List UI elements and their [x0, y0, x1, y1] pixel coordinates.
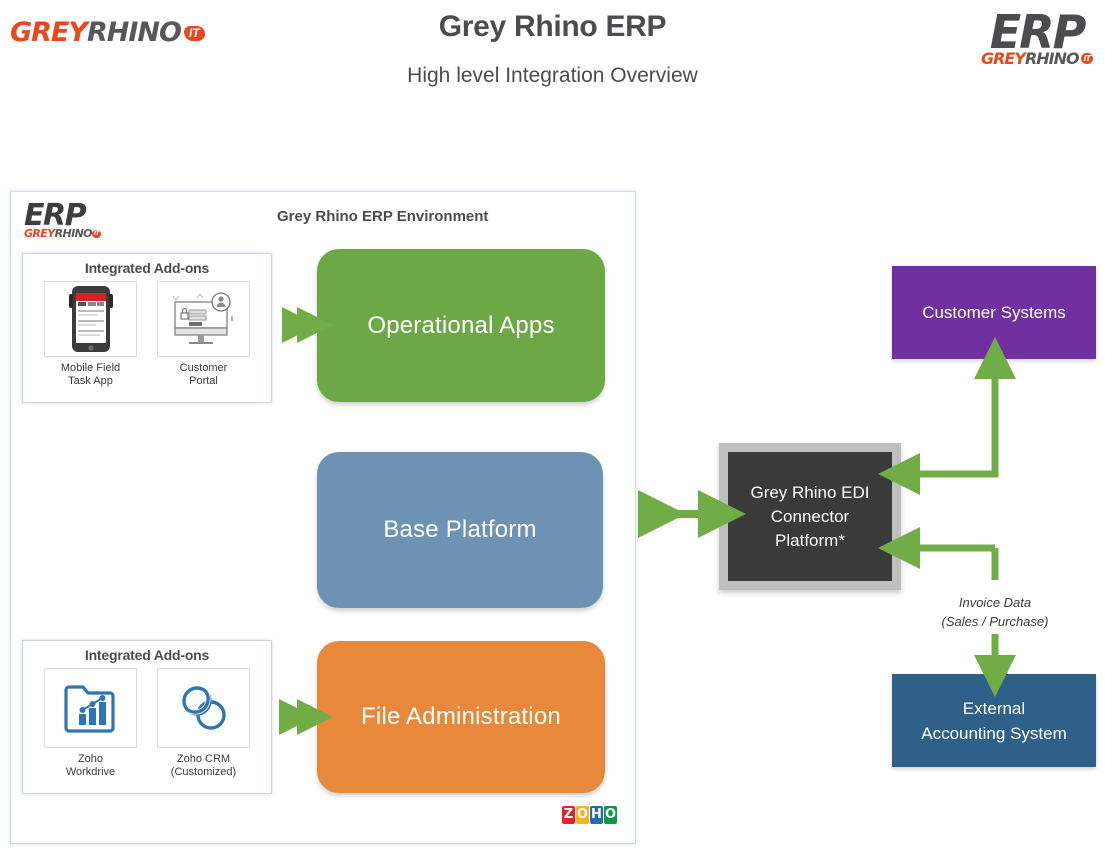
- addon-label-line2: Task App: [68, 375, 113, 387]
- addon-zoho-workdrive[interactable]: Zoho Workdrive: [44, 668, 137, 779]
- arrow-edi-to-accounting-inbound: [878, 527, 999, 580]
- integrated-addons-bottom-row: Zoho Workdrive Zoho CRM (Customized): [23, 668, 271, 779]
- addon-zoho-crm-label: Zoho CRM (Customized): [157, 753, 250, 779]
- erp-logo-sub: GREYRHINO IT: [978, 50, 1096, 68]
- page-subtitle: High level Integration Overview: [407, 64, 698, 87]
- zoho-letter-h: H: [590, 806, 603, 824]
- integrated-addons-top-heading: Integrated Add-ons: [84, 260, 210, 276]
- environment-erp-logo-sub-rhino: RHINO: [54, 227, 93, 240]
- environment-erp-logo: ERP GREYRHINO IT: [24, 200, 119, 248]
- addon-label-line2: Portal: [189, 375, 218, 387]
- zoho-logo: ZOHO: [562, 805, 622, 829]
- addon-zoho-crm[interactable]: Zoho CRM (Customized): [157, 668, 250, 779]
- zoho-crm-thumbnail: [157, 668, 250, 748]
- rugged-smartphone-icon: [68, 286, 113, 352]
- addon-label-line2: Workdrive: [65, 766, 116, 778]
- integrated-addons-bottom-heading: Integrated Add-ons: [84, 647, 210, 663]
- invoice-label-line1: Invoice Data: [958, 595, 1032, 610]
- customer-portal-thumbnail: [157, 281, 250, 357]
- invoice-label-line2: (Sales / Purchase): [941, 614, 1049, 629]
- edi-label-line2: Connector: [770, 506, 850, 526]
- addon-mobile-field-task-app[interactable]: Mobile Field Task App: [44, 281, 137, 388]
- addon-mobile-field-task-app-label: Mobile Field Task App: [44, 362, 137, 388]
- zoho-letter-o1: O: [576, 806, 589, 824]
- addon-label-line1: Mobile Field: [60, 362, 121, 374]
- erp-logo-sub-rhino: RHINO: [1024, 49, 1080, 68]
- integrated-addons-bottom-group: Integrated Add-ons Zoho Workdrive Zoho C…: [22, 640, 272, 794]
- environment-erp-logo-sub-badge: IT: [91, 230, 102, 238]
- addon-label-line1: Zoho CRM: [176, 753, 231, 765]
- addon-customer-portal[interactable]: Customer Portal: [157, 281, 250, 388]
- panel-operational-apps[interactable]: Operational Apps: [317, 249, 605, 402]
- page-title: Grey Rhino ERP: [438, 10, 667, 43]
- erp-logo-sub-badge: IT: [1080, 53, 1094, 64]
- panel-base-platform[interactable]: Base Platform: [317, 452, 603, 608]
- invoice-data-flow-label: Invoice Data (Sales / Purchase): [905, 593, 1085, 631]
- zoho-workdrive-thumbnail: [44, 668, 137, 748]
- edi-label-line1: Grey Rhino EDI: [750, 482, 870, 502]
- environment-erp-logo-sub-grey: GREY: [24, 227, 55, 240]
- addon-customer-portal-label: Customer Portal: [157, 362, 250, 388]
- zoho-letter-o2: O: [604, 806, 617, 824]
- accounting-label-line1: External: [962, 698, 1026, 718]
- linked-rings-icon: [181, 686, 226, 730]
- environment-title: Grey Rhino ERP Environment: [277, 208, 489, 225]
- addon-label-line1: Customer: [179, 362, 228, 374]
- addon-zoho-workdrive-label: Zoho Workdrive: [44, 753, 137, 779]
- folder-chart-icon: [63, 685, 115, 733]
- environment-erp-logo-sub: GREYRHINO IT: [24, 228, 119, 240]
- arrow-edi-to-customer-systems: [878, 337, 1016, 495]
- mobile-field-task-app-thumbnail: [44, 281, 137, 357]
- edi-connector-platform-label: Grey Rhino EDI Connector Platform*: [750, 481, 869, 553]
- external-accounting-system-label: External Accounting System: [921, 696, 1067, 746]
- erp-logo-sub-grey: GREY: [980, 49, 1026, 68]
- customer-systems-box[interactable]: Customer Systems: [892, 266, 1096, 359]
- erp-brand-logo: ERP GREYRHINO IT: [978, 8, 1096, 80]
- external-accounting-system-box[interactable]: External Accounting System: [892, 674, 1096, 767]
- desktop-login-icon: [171, 292, 233, 344]
- integrated-addons-top-group: Integrated Add-ons Mobile Field Task App…: [22, 253, 272, 403]
- edi-label-line3: Platform*: [775, 530, 845, 550]
- panel-file-administration[interactable]: File Administration: [317, 641, 605, 793]
- addon-label-line2: (Customized): [170, 766, 237, 778]
- integrated-addons-top-row: Mobile Field Task App Customer Portal: [23, 281, 271, 388]
- zoho-letter-z: Z: [562, 806, 575, 824]
- edi-connector-platform-box[interactable]: Grey Rhino EDI Connector Platform*: [719, 443, 901, 590]
- addon-label-line1: Zoho: [77, 753, 104, 765]
- accounting-label-line2: Accounting System: [921, 723, 1067, 743]
